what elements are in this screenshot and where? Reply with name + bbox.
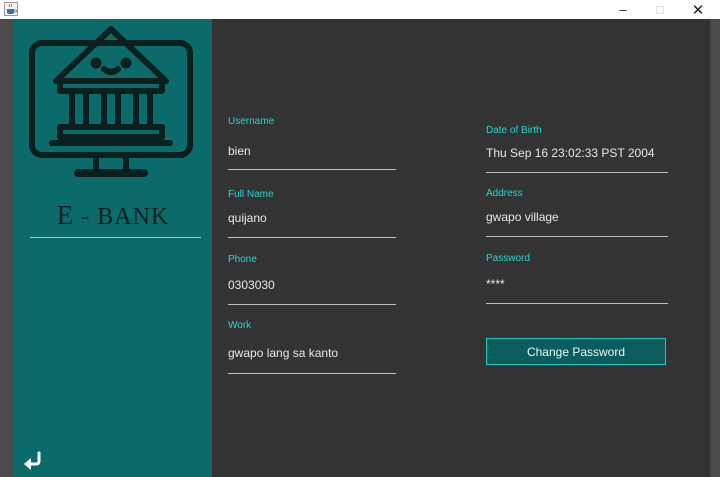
brand-rest: - BANK	[74, 204, 170, 230]
work-label: Work	[228, 320, 252, 331]
address-value: gwapo village	[486, 210, 559, 224]
phone-underline	[228, 304, 396, 305]
window-frame-left	[0, 19, 14, 477]
minimize-button[interactable]: –	[608, 0, 638, 19]
username-label: Username	[228, 116, 275, 127]
date-of-birth-value: Thu Sep 16 23:02:33 PST 2004	[486, 146, 655, 160]
username-value: bien	[228, 144, 251, 158]
bank-monitor-icon	[29, 26, 193, 177]
phone-value: 0303030	[228, 278, 275, 292]
address-field: Address gwapo village	[486, 188, 668, 240]
sidebar: E - BANK	[14, 19, 212, 477]
date-of-birth-underline	[486, 172, 668, 173]
date-of-birth-label: Date of Birth	[486, 125, 542, 136]
return-arrow-icon[interactable]	[22, 451, 44, 471]
address-underline	[486, 236, 668, 237]
password-underline	[486, 303, 668, 304]
password-label: Password	[486, 253, 530, 264]
password-value: ****	[486, 277, 505, 291]
work-field: Work gwapo lang sa kanto	[228, 320, 396, 375]
profile-panel: Username bien Full Name quijano Phone 03…	[212, 19, 710, 477]
window-frame-right	[710, 19, 720, 477]
password-field: Password ****	[486, 253, 668, 305]
phone-label: Phone	[228, 254, 257, 265]
sidebar-divider	[30, 237, 201, 238]
date-of-birth-field: Date of Birth Thu Sep 16 23:02:33 PST 20…	[486, 125, 668, 175]
phone-field: Phone 0303030	[228, 254, 396, 306]
brand-title: E - BANK	[14, 200, 212, 231]
work-underline	[228, 373, 396, 374]
brand-initial: E	[56, 200, 75, 230]
full-name-label: Full Name	[228, 189, 274, 200]
work-value: gwapo lang sa kanto	[228, 346, 339, 360]
address-label: Address	[486, 188, 523, 199]
java-coffee-cup-icon	[4, 2, 18, 16]
full-name-underline	[228, 237, 396, 238]
full-name-field: Full Name quijano	[228, 189, 396, 239]
full-name-value: quijano	[228, 211, 267, 225]
window-titlebar: – □ ✕	[0, 0, 720, 19]
close-button[interactable]: ✕	[683, 0, 713, 19]
change-password-button[interactable]: Change Password	[486, 338, 666, 365]
username-field: Username bien	[228, 116, 396, 171]
username-underline	[228, 169, 396, 170]
maximize-button[interactable]: □	[645, 0, 675, 19]
